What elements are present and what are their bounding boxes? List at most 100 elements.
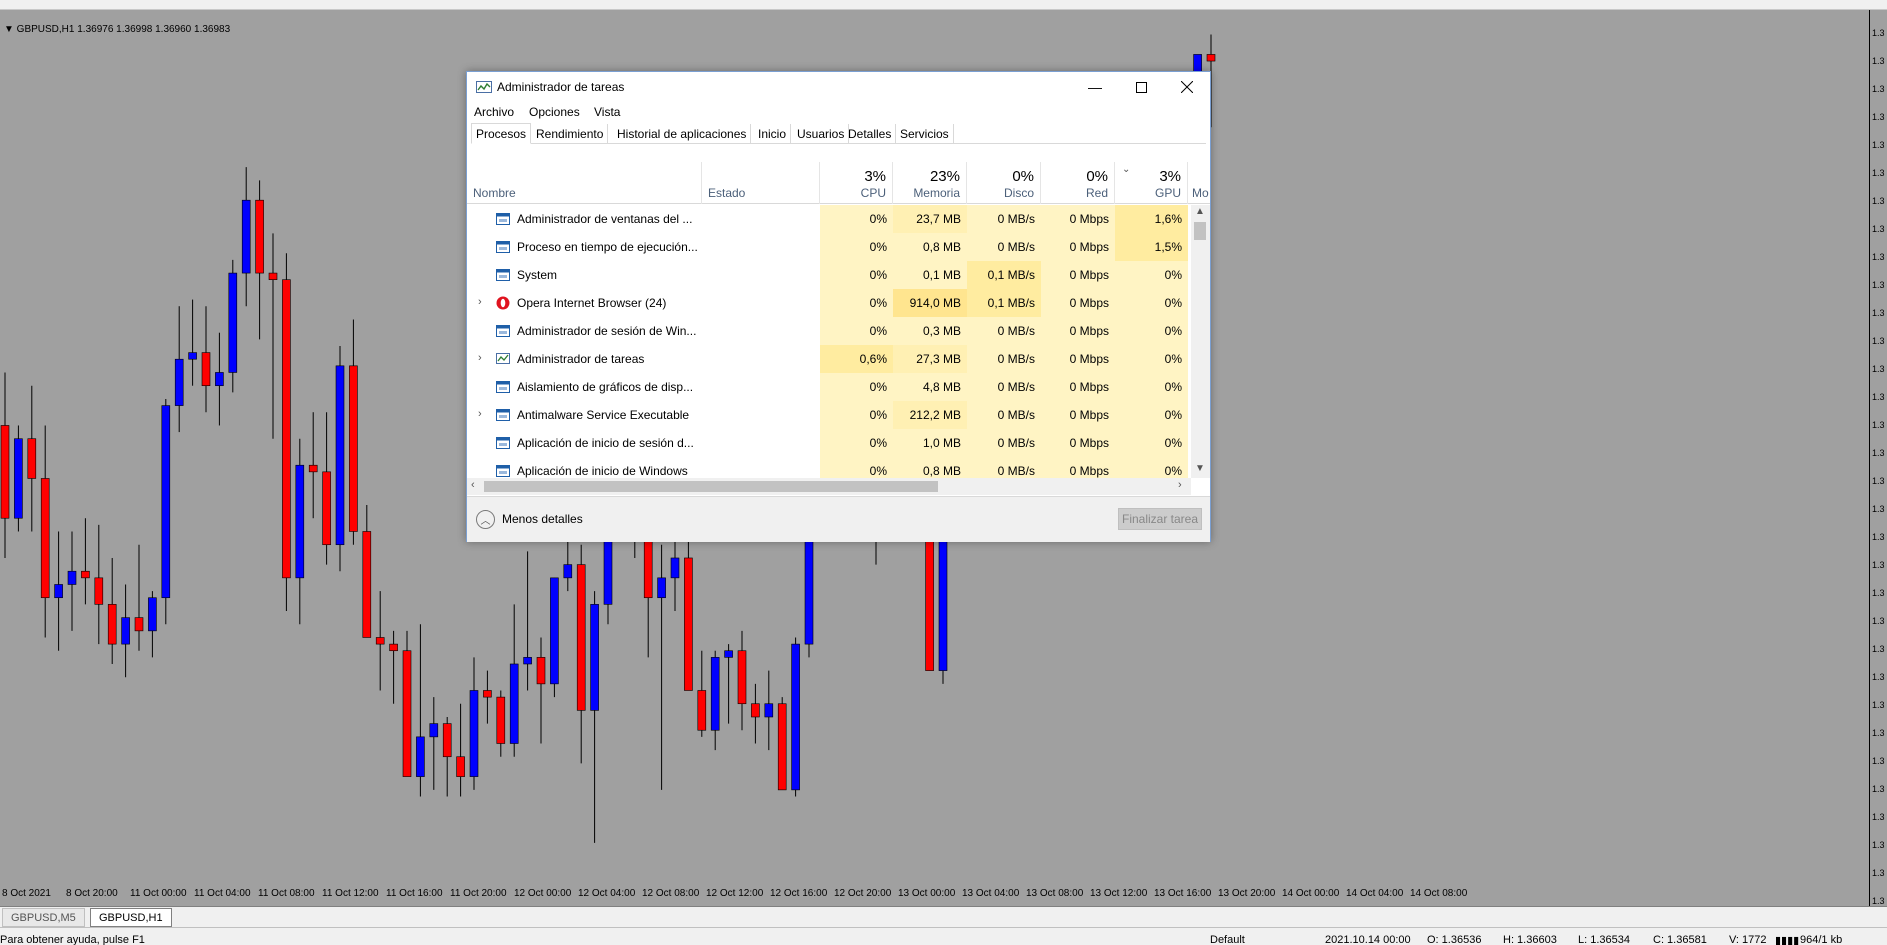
bull-candle-body [469, 690, 479, 777]
end-task-button[interactable]: Finalizar tarea [1118, 508, 1202, 530]
horizontal-scroll-thumb[interactable] [484, 481, 938, 492]
title-bar[interactable]: Administrador de tareas — [467, 72, 1210, 102]
process-row[interactable]: › Administrador de tareas 0,6% 27,3 MB 0 MB/… [467, 345, 1191, 373]
tab-servicios[interactable]: Servicios [896, 124, 954, 144]
window-icon [496, 269, 510, 281]
horizontal-scrollbar[interactable]: ‹ › [467, 478, 1191, 495]
process-disk: 0 MB/s [967, 317, 1041, 345]
process-row[interactable]: Administrador de sesión de Win... 0% 0,3 M… [467, 317, 1191, 345]
candle [697, 650, 707, 737]
expand-chevron-icon[interactable]: › [478, 408, 482, 420]
process-name: Administrador de sesión de Win... [517, 324, 697, 338]
scroll-left-icon[interactable]: ‹ [471, 479, 475, 491]
column-nombre[interactable]: Nombre [467, 162, 702, 204]
gpu-total: 3% [1159, 168, 1181, 185]
bull-candle-body [590, 604, 599, 711]
time-tick: 11 Oct 20:00 [450, 888, 507, 899]
vertical-scrollbar[interactable]: ▲ ▼ [1191, 205, 1210, 478]
process-net: 0 Mbps [1041, 233, 1115, 261]
candle [228, 259, 238, 393]
vertical-scroll-thumb[interactable] [1194, 222, 1206, 240]
process-cpu: 0,6% [820, 345, 893, 373]
process-row[interactable]: › Antimalware Service Executable 0% 212,2 M… [467, 401, 1191, 429]
candle [362, 504, 372, 638]
expand-chevron-icon[interactable]: › [478, 296, 482, 308]
chevron-up-icon: ︿ [476, 509, 495, 529]
price-axis: 1.3 1.3 1.3 1.3 1.3 1.3 1.3 1.3 1.3 1.3 1.3 1.3 1.3 1… [1869, 10, 1887, 908]
expand-chevron-icon[interactable]: › [478, 352, 482, 364]
candle [657, 544, 666, 790]
process-mem: 27,3 MB [893, 345, 967, 373]
process-row[interactable]: Administrador de ventanas del ... 0% 23,7 … [467, 205, 1191, 233]
window-icon [496, 213, 510, 225]
maximize-button[interactable] [1118, 72, 1164, 102]
tab-procesos[interactable]: Procesos [471, 123, 532, 144]
process-gpu: 0% [1115, 317, 1188, 345]
process-row[interactable]: Proceso en tiempo de ejecución... 0% 0,8 M… [467, 233, 1191, 261]
process-cpu: 0% [820, 233, 893, 261]
time-tick: 13 Oct 00:00 [898, 888, 956, 899]
tab-usuarios[interactable]: Usuarios [793, 124, 850, 144]
scroll-up-icon[interactable]: ▲ [1195, 206, 1205, 217]
process-net: 0 Mbps [1041, 261, 1115, 289]
chart-tab-m5[interactable]: GBPUSD,M5 [2, 908, 85, 927]
price-tick: 1.3 [1872, 784, 1885, 794]
process-gpu: 0% [1115, 289, 1188, 317]
close-button[interactable] [1164, 72, 1210, 102]
column-memoria[interactable]: 23% Memoria [893, 162, 967, 204]
candle [268, 233, 278, 439]
candle [402, 630, 412, 777]
column-cpu[interactable]: 3% CPU [820, 162, 893, 204]
process-mem: 0,8 MB [893, 233, 967, 261]
status-help: Para obtener ayuda, pulse F1 [0, 934, 145, 945]
scroll-right-icon[interactable]: › [1178, 479, 1182, 491]
column-estado[interactable]: Estado [702, 162, 820, 204]
price-tick: 1.3 [1872, 532, 1885, 542]
task-manager-window[interactable]: Administrador de tareas — Archivo Opcion… [466, 71, 1211, 542]
process-row[interactable]: Aislamiento de gráficos de disp... 0% 4,8 … [467, 373, 1191, 401]
scroll-down-icon[interactable]: ▼ [1195, 463, 1205, 474]
candle [764, 670, 774, 751]
price-tick: 1.3 [1872, 56, 1885, 66]
process-row[interactable]: Aplicación de inicio de sesión d... 0% 1,0… [467, 429, 1191, 457]
price-tick: 1.3 [1872, 868, 1885, 878]
menu-opciones[interactable]: Opciones [529, 105, 580, 119]
cpu-total: 3% [864, 168, 886, 185]
process-row[interactable]: › Opera Internet Browser (24) 0% 914,0 MB 0,… [467, 289, 1191, 317]
less-details-button[interactable]: ︿ Menos detalles [476, 508, 583, 530]
chart-tab-h1[interactable]: GBPUSD,H1 [90, 908, 172, 927]
price-tick: 1.3 [1872, 140, 1885, 150]
process-cpu: 0% [820, 289, 893, 317]
time-tick: 11 Oct 04:00 [194, 888, 251, 899]
column-disco[interactable]: 0% Disco [967, 162, 1041, 204]
tab-inicio[interactable]: Inicio [754, 124, 792, 144]
process-row[interactable]: Aplicación de inicio de Windows 0% 0,8 MB 0… [467, 457, 1191, 478]
column-nombre-label: Nombre [473, 186, 516, 200]
chart-tabs-bar: GBPUSD,M5 GBPUSD,H1 [0, 906, 1887, 927]
process-name: Aplicación de inicio de Windows [517, 464, 688, 478]
candle [94, 524, 104, 645]
bull-candle-body [148, 597, 157, 632]
candle [121, 584, 130, 678]
column-more[interactable]: Mo [1188, 162, 1210, 204]
column-red[interactable]: 0% Red [1041, 162, 1115, 204]
bear-candle-body [107, 604, 117, 645]
price-tick: 1.3 [1872, 812, 1885, 822]
desktop: ▼ GBPUSD,H1 1.36976 1.36998 1.36960 1.36… [0, 0, 1887, 945]
bull-candle-body [188, 352, 197, 360]
tab-historial[interactable]: Historial de aplicaciones [613, 124, 752, 144]
bear-candle-body [308, 464, 318, 473]
process-gpu: 0% [1115, 401, 1188, 429]
menu-vista[interactable]: Vista [594, 105, 620, 119]
tab-rendimiento[interactable]: Rendimiento [532, 124, 609, 144]
menu-archivo[interactable]: Archivo [474, 105, 514, 119]
column-gpu[interactable]: ⌄ 3% GPU [1115, 162, 1188, 204]
bull-candle-body [791, 643, 800, 791]
minimize-button[interactable]: — [1072, 72, 1118, 102]
sort-chevron-icon: ⌄ [1122, 164, 1131, 175]
process-row[interactable]: System 0% 0,1 MB 0,1 MB/s 0 Mbps 0% [467, 261, 1191, 289]
taskmanager-icon [476, 81, 492, 93]
tab-detalles[interactable]: Detalles [844, 124, 897, 144]
candle [416, 624, 425, 797]
process-list: Administrador de ventanas del ... 0% 23,7 … [467, 205, 1191, 478]
